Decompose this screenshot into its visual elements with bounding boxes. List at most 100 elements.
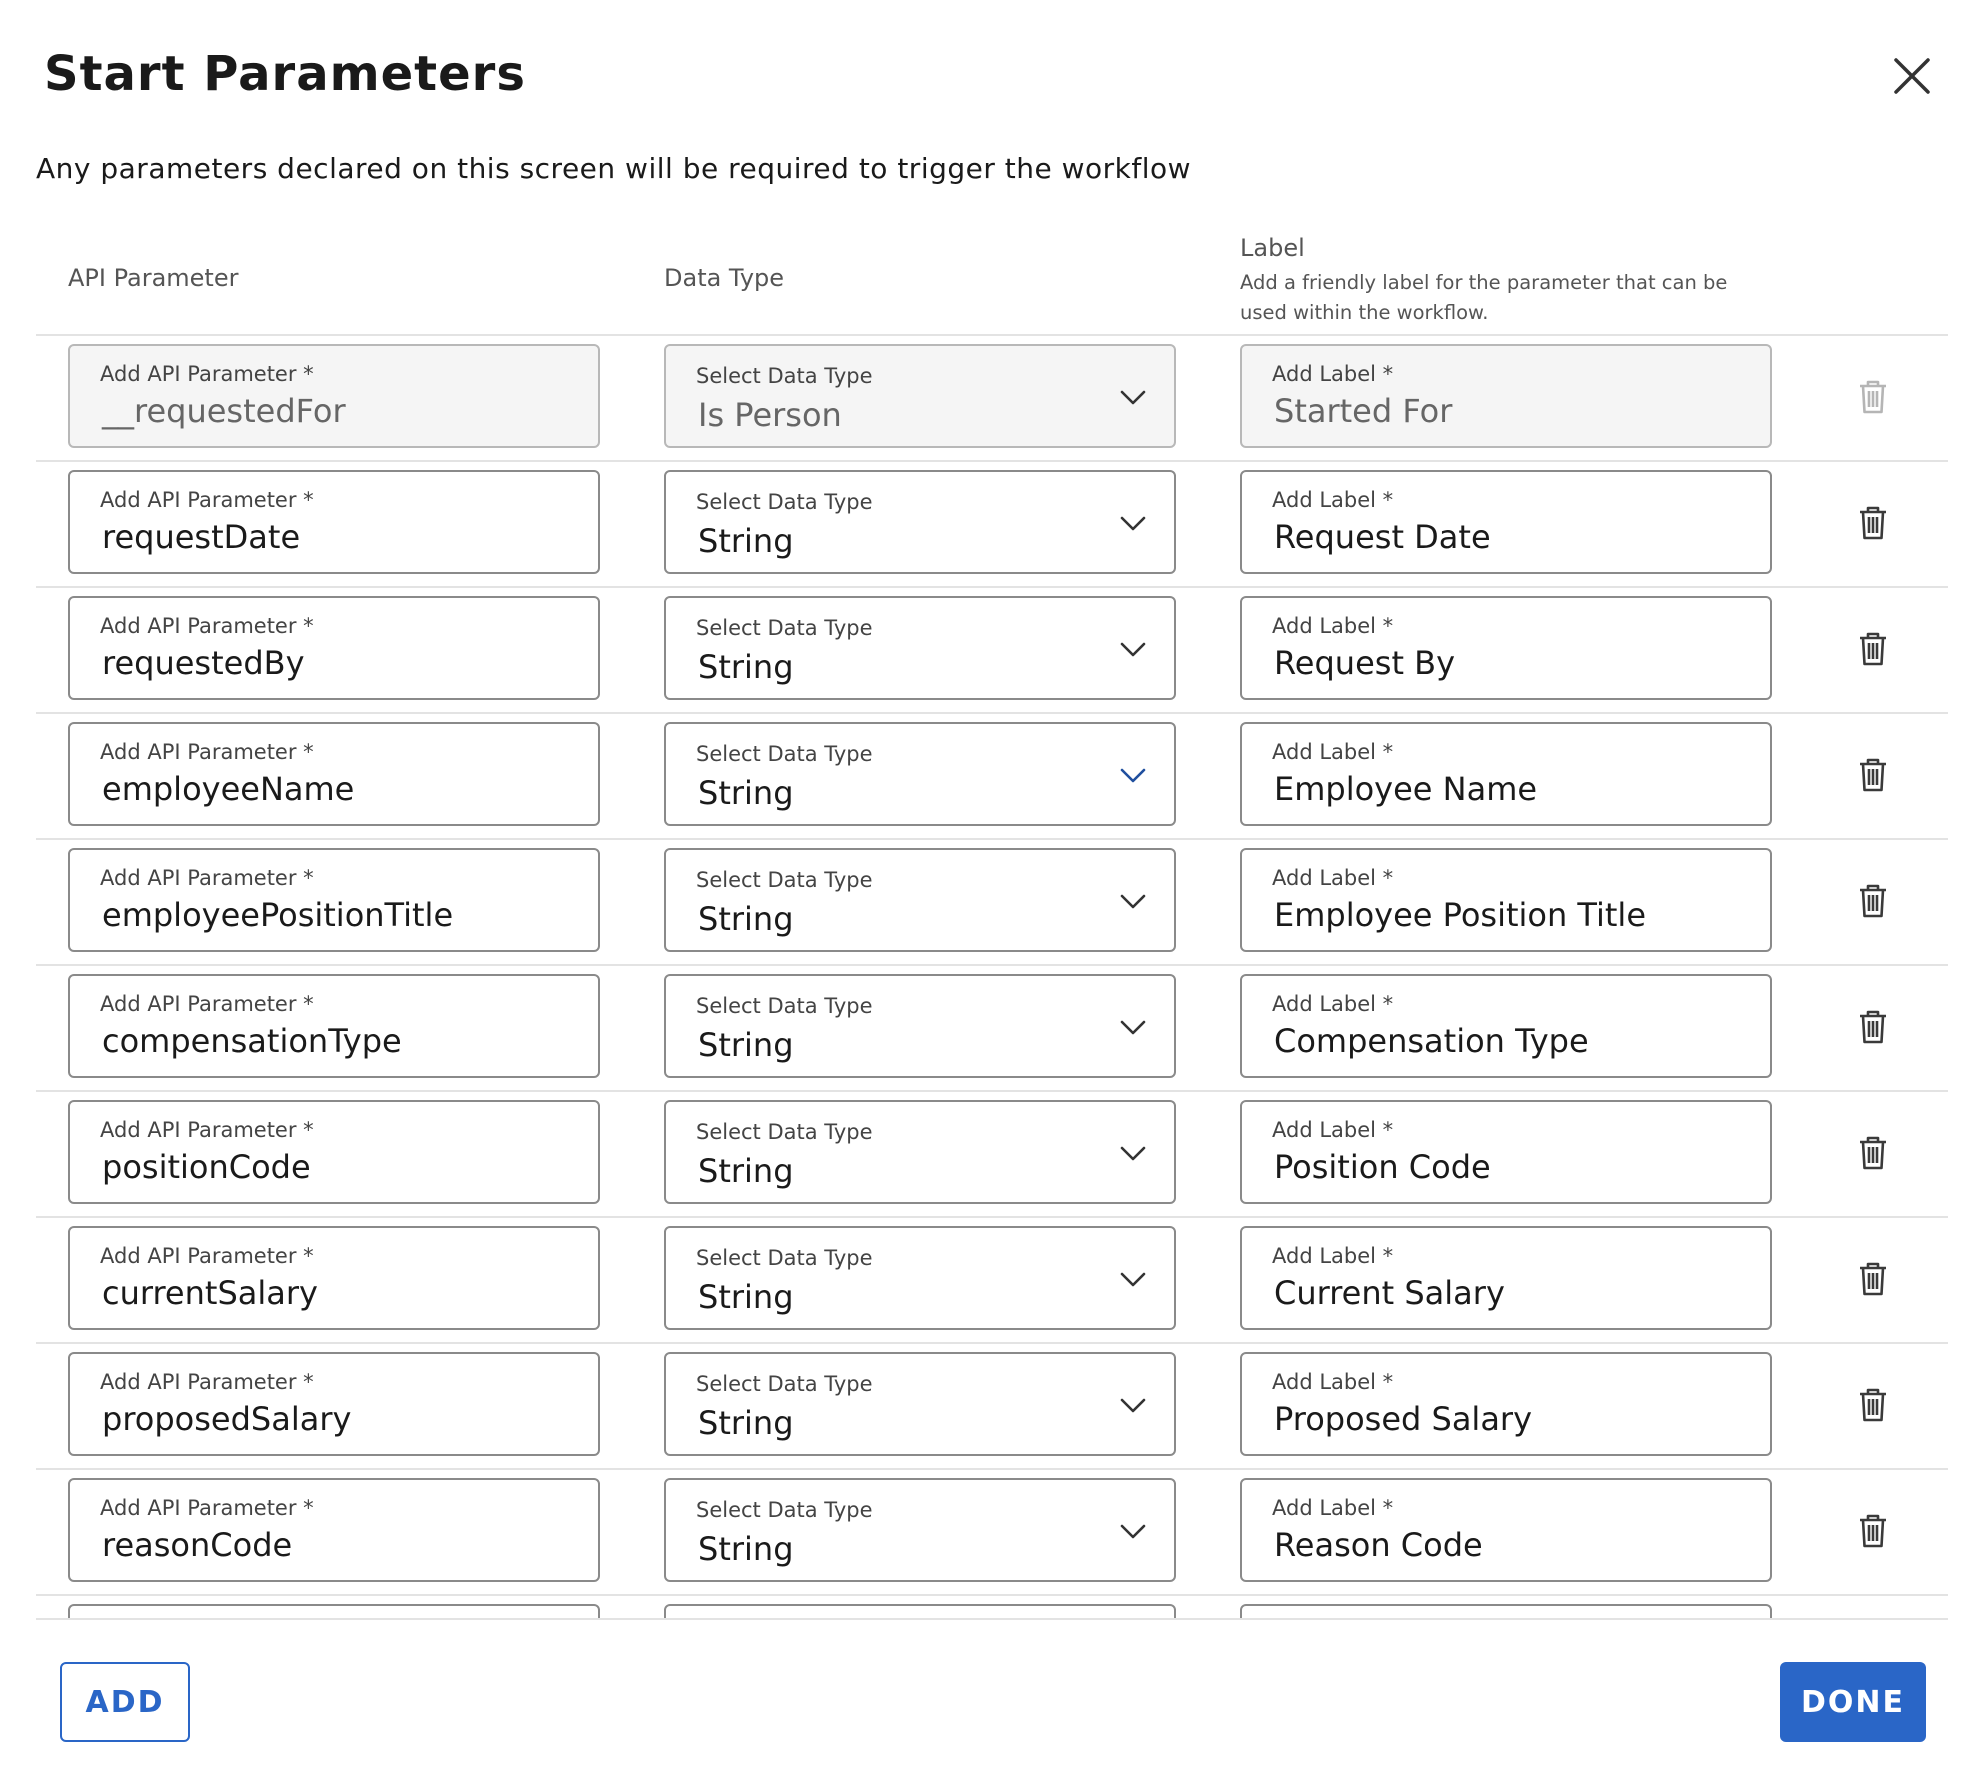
api-parameter-input[interactable]: Add API Parameter * employeePositionTitle [68,848,600,952]
label-input-value: Compensation Type [1274,1022,1589,1060]
parameter-row: Add API Parameter * __requestedFor Select … [36,336,1948,462]
dialog-subtitle: Any parameters declared on this screen w… [36,152,1192,185]
api-parameter-input-value: compensationType [102,1022,402,1060]
label-input[interactable]: Add Label * Position Code [1240,1100,1772,1204]
data-type-select[interactable]: Select Data Type String [664,1352,1176,1456]
label-input-label: Add Label * [1272,488,1394,512]
data-type-select-label: Select Data Type [696,616,873,640]
chevron-down-icon[interactable] [1118,1516,1148,1546]
label-input-value: Current Salary [1274,1274,1505,1312]
label-input-label: Add Label * [1272,1118,1394,1142]
trash-icon[interactable] [1858,1388,1888,1422]
data-type-select-value: String [698,1026,794,1064]
label-input[interactable]: Add Label * Compensation Type [1240,974,1772,1078]
chevron-down-icon[interactable] [1118,382,1148,412]
data-type-select: Select Data Type Is Person [664,344,1176,448]
label-input-value: Started For [1274,392,1453,430]
data-type-select[interactable]: Select Data Type String [664,470,1176,574]
label-input-label: Add Label * [1272,866,1394,890]
chevron-down-icon[interactable] [1118,1012,1148,1042]
data-type-select-value: String [698,1152,794,1190]
api-parameter-input-value: requestDate [102,518,301,556]
api-parameter-input[interactable]: Add API Parameter * reasonCode [68,1478,600,1582]
data-type-select[interactable]: Select Data Type String [664,1226,1176,1330]
data-type-select-label: Select Data Type [696,1372,873,1396]
parameter-row: Add API Parameter * employeeName Select Da… [36,714,1948,840]
data-type-select-value: String [698,774,794,812]
chevron-down-icon[interactable] [1118,1390,1148,1420]
data-type-select[interactable]: Select Data Type String [664,722,1176,826]
label-input[interactable]: Add Label * Employee Name [1240,722,1772,826]
label-input-label: Add Label * [1272,1496,1394,1520]
data-type-select-label: Select Data Type [696,994,873,1018]
api-parameter-input[interactable]: Add API Parameter * compensationType [68,974,600,1078]
data-type-select[interactable]: Select Data Type String [664,1478,1176,1582]
parameter-row: Add API Parameter * requestedBy Select Dat… [36,588,1948,714]
api-parameter-input-value: __requestedFor [102,392,346,430]
chevron-down-icon[interactable] [1118,634,1148,664]
data-type-select-value: String [698,522,794,560]
add-button[interactable]: ADD [60,1662,190,1742]
label-input[interactable]: Add Label * Request Date [1240,470,1772,574]
trash-icon[interactable] [1858,1010,1888,1044]
chevron-down-icon[interactable] [1118,886,1148,916]
data-type-select-value: String [698,648,794,686]
label-input[interactable]: Add Label * Proposed Salary [1240,1352,1772,1456]
label-input-value: Proposed Salary [1274,1400,1533,1438]
parameter-row: Add API Parameter * requestDate Select Dat… [36,462,1948,588]
chevron-down-icon[interactable] [1118,1264,1148,1294]
parameters-list[interactable]: Add API Parameter * __requestedFor Select … [36,334,1948,1620]
data-type-select[interactable]: Select Data Type String [664,848,1176,952]
data-type-select-label: Select Data Type [696,1246,873,1270]
chevron-down-icon[interactable] [1118,760,1148,790]
api-parameter-input[interactable]: Add API Parameter * currentSalary [68,1226,600,1330]
data-type-select-label: Select Data Type [696,742,873,766]
label-input-label: Add Label * [1272,740,1394,764]
chevron-down-icon[interactable] [1118,1138,1148,1168]
data-type-select-label: Select Data Type [696,364,873,388]
label-input-value: Reason Code [1274,1526,1483,1564]
parameter-row: Add API Parameter * reasonCode Select Data… [36,1470,1948,1596]
data-type-select[interactable]: Select Data Type String [664,1100,1176,1204]
api-parameter-input-value: proposedSalary [102,1400,352,1438]
trash-icon[interactable] [1858,1136,1888,1170]
label-input-value: Position Code [1274,1148,1491,1186]
label-input[interactable]: Add Label * Request By [1240,596,1772,700]
trash-icon[interactable] [1858,884,1888,918]
label-input-value: Employee Position Title [1274,896,1646,934]
api-parameter-input[interactable]: Add API Parameter * positionCode [68,1100,600,1204]
label-input-label: Add Label * [1272,362,1394,386]
label-input[interactable]: Add Label * Employee Position Title [1240,848,1772,952]
trash-icon[interactable] [1858,632,1888,666]
data-type-select-value: String [698,1278,794,1316]
dialog-title: Start Parameters [44,46,526,102]
trash-icon[interactable] [1858,506,1888,540]
api-parameter-input-label: Add API Parameter * [100,866,314,890]
parameter-row: Add API Parameter * proposedSalary Select … [36,1344,1948,1470]
data-type-select-label: Select Data Type [696,1120,873,1144]
footer-divider [36,1618,1948,1620]
label-input-value: Request Date [1274,518,1491,556]
api-parameter-input[interactable]: Add API Parameter * proposedSalary [68,1352,600,1456]
api-parameter-input[interactable]: Add API Parameter * employeeName [68,722,600,826]
data-type-select[interactable]: Select Data Type String [664,596,1176,700]
chevron-down-icon[interactable] [1118,508,1148,538]
data-type-select[interactable]: Select Data Type String [664,974,1176,1078]
api-parameter-input[interactable]: Add API Parameter * requestedBy [68,596,600,700]
api-parameter-input-label: Add API Parameter * [100,1496,314,1520]
api-parameter-input-label: Add API Parameter * [100,1118,314,1142]
api-parameter-input[interactable]: Add API Parameter * requestDate [68,470,600,574]
trash-icon[interactable] [1858,1514,1888,1548]
label-input[interactable]: Add Label * Current Salary [1240,1226,1772,1330]
api-parameter-input: Add API Parameter * __requestedFor [68,344,600,448]
close-icon[interactable] [1890,54,1934,98]
api-parameter-input-label: Add API Parameter * [100,1244,314,1268]
done-button[interactable]: DONE [1780,1662,1926,1742]
data-type-select-label: Select Data Type [696,1498,873,1522]
api-parameter-input-label: Add API Parameter * [100,614,314,638]
column-header-api-parameter: API Parameter [68,264,239,292]
label-input-label: Add Label * [1272,992,1394,1016]
label-input[interactable]: Add Label * Reason Code [1240,1478,1772,1582]
trash-icon[interactable] [1858,1262,1888,1296]
trash-icon[interactable] [1858,758,1888,792]
